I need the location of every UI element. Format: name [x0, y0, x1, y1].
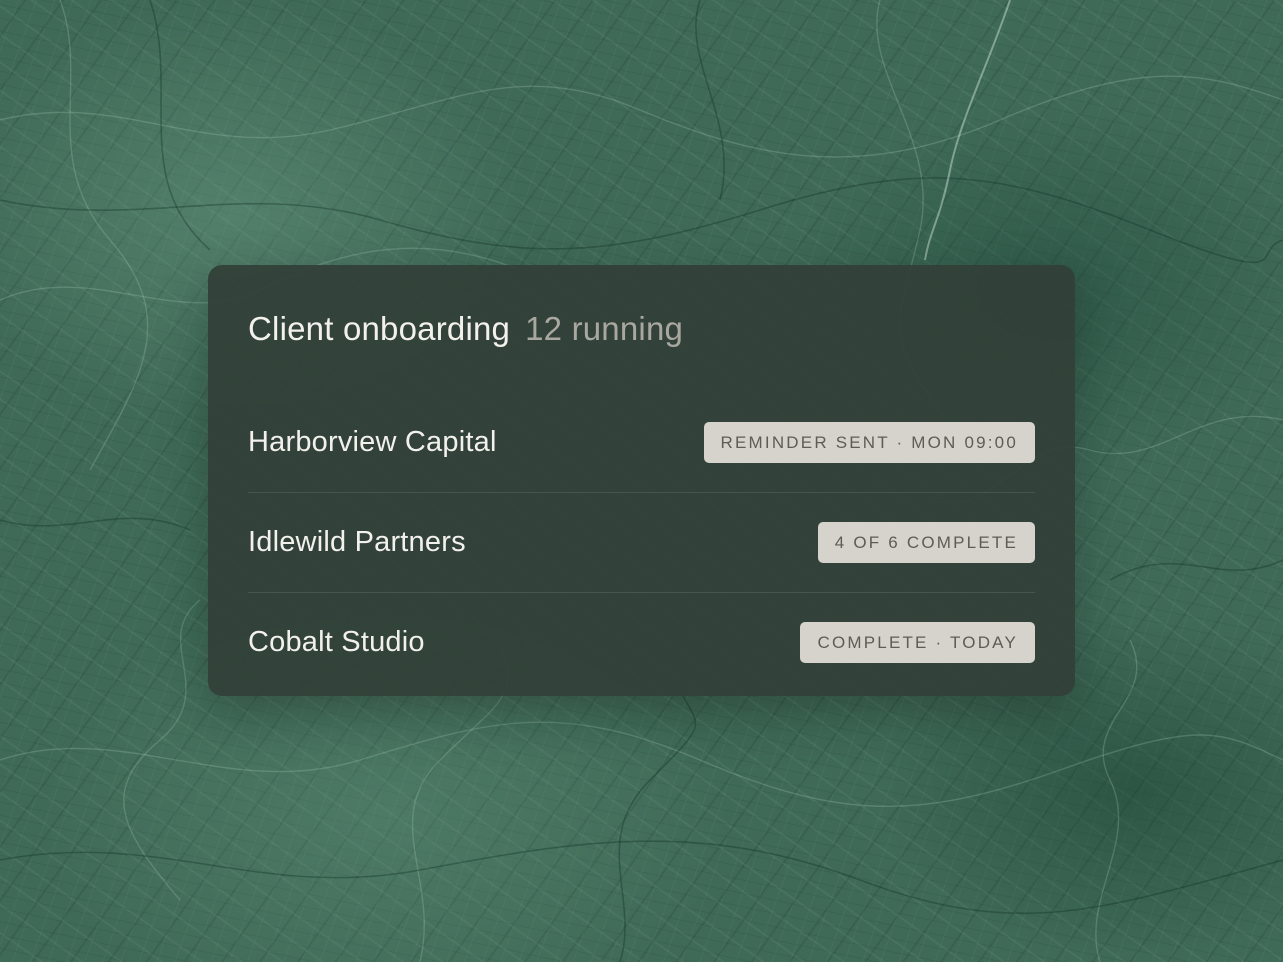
panel-header: Client onboarding 12 running: [248, 265, 1035, 393]
status-badge: REMINDER SENT · MON 09:00: [703, 422, 1035, 463]
status-badge: COMPLETE · TODAY: [800, 622, 1035, 663]
client-name: Cobalt Studio: [248, 626, 425, 658]
status-badge: 4 OF 6 COMPLETE: [817, 522, 1035, 563]
client-list: Harborview Capital REMINDER SENT · MON 0…: [248, 393, 1035, 692]
panel-title: Client onboarding: [248, 310, 511, 347]
running-count: 12 running: [525, 310, 684, 347]
client-row[interactable]: Idlewild Partners 4 OF 6 COMPLETE: [248, 493, 1035, 593]
client-name: Harborview Capital: [248, 426, 497, 458]
client-row[interactable]: Cobalt Studio COMPLETE · TODAY: [248, 593, 1035, 692]
client-row[interactable]: Harborview Capital REMINDER SENT · MON 0…: [248, 393, 1035, 493]
client-name: Idlewild Partners: [248, 526, 466, 558]
client-onboarding-panel: Client onboarding 12 running Harborview …: [208, 265, 1075, 696]
